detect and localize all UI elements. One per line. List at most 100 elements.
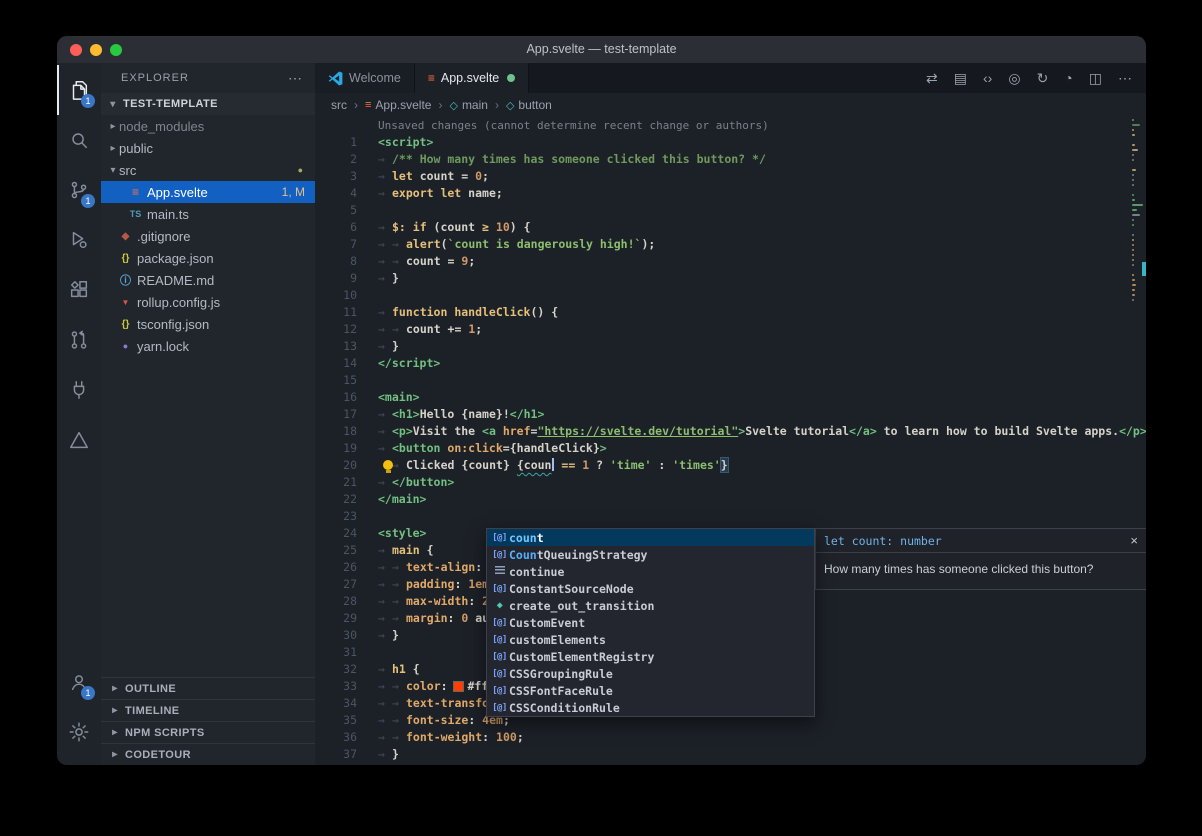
more-actions-icon[interactable]: ⋯ bbox=[1118, 71, 1132, 85]
suggest-item[interactable]: [@]CustomElementRegistry bbox=[487, 648, 814, 665]
suggest-item[interactable]: [@]CSSGroupingRule bbox=[487, 665, 814, 682]
breadcrumb-item[interactable]: src bbox=[331, 98, 347, 112]
compare-changes-icon[interactable]: ⇄ bbox=[926, 71, 938, 85]
code-line[interactable]: 20→Clicked {count} {coun == 1 ? 'time' :… bbox=[315, 457, 1146, 474]
code-text: →<h1>Hello {name}!</h1> bbox=[378, 406, 544, 423]
code-line[interactable]: 14</script> bbox=[315, 355, 1146, 372]
code-line[interactable]: 13→} bbox=[315, 338, 1146, 355]
code-line[interactable]: 21→</button> bbox=[315, 474, 1146, 491]
extensions-activity-button[interactable] bbox=[57, 265, 101, 315]
suggest-item[interactable]: [@]count bbox=[487, 529, 814, 546]
sidebar-section-codetour[interactable]: ▸CODETOUR bbox=[101, 743, 315, 765]
code-editor[interactable]: Unsaved changes (cannot determine recent… bbox=[315, 117, 1146, 765]
variable-icon: [@] bbox=[490, 635, 509, 645]
suggest-item[interactable]: [@]CSSFontFaceRule bbox=[487, 682, 814, 699]
close-window-button[interactable] bbox=[70, 44, 82, 56]
source-control-activity-button[interactable]: 1 bbox=[57, 165, 101, 215]
project-root-header[interactable]: ▾ TEST-TEMPLATE bbox=[101, 93, 315, 115]
code-line[interactable]: 8→→count = 9; bbox=[315, 253, 1146, 270]
code-line[interactable]: 1<script> bbox=[315, 134, 1146, 151]
code-line[interactable]: 5 bbox=[315, 202, 1146, 219]
line-number: 3 bbox=[315, 168, 357, 185]
suggest-item[interactable]: [@]CSSConditionRule bbox=[487, 699, 814, 716]
suggest-item[interactable]: [@]CustomEvent bbox=[487, 614, 814, 631]
tree-item[interactable]: ●yarn.lock bbox=[101, 335, 315, 357]
minimap-line bbox=[1132, 134, 1135, 136]
tree-item[interactable]: TSmain.ts bbox=[101, 203, 315, 225]
minimap-line bbox=[1132, 194, 1134, 196]
minimap[interactable] bbox=[1132, 119, 1146, 765]
suggest-item[interactable]: [@]customElements bbox=[487, 631, 814, 648]
open-changes-icon[interactable]: ‹› bbox=[983, 71, 992, 85]
tree-item[interactable]: {}tsconfig.json bbox=[101, 313, 315, 335]
code-line[interactable]: 37→} bbox=[315, 746, 1146, 763]
matched-text: coun bbox=[509, 531, 537, 545]
code-token: : bbox=[651, 458, 672, 472]
line-number: 28 bbox=[315, 593, 357, 610]
code-line[interactable]: 12→→count += 1; bbox=[315, 321, 1146, 338]
minimap-line bbox=[1132, 204, 1143, 206]
code-line[interactable]: 3→let count = 0; bbox=[315, 168, 1146, 185]
breadcrumb-item[interactable]: ◇main bbox=[449, 98, 487, 112]
tree-item[interactable]: ◆.gitignore bbox=[101, 225, 315, 247]
sidebar-section-outline[interactable]: ▸OUTLINE bbox=[101, 677, 315, 699]
code-token: { bbox=[517, 458, 524, 472]
github-pull-requests-activity-button[interactable] bbox=[57, 315, 101, 365]
split-editor-icon[interactable]: ◫ bbox=[1089, 71, 1102, 85]
minimize-window-button[interactable] bbox=[90, 44, 102, 56]
code-line[interactable]: 7→→alert(`count is dangerously high!`); bbox=[315, 236, 1146, 253]
toggle-blame-icon[interactable]: ◎ bbox=[1008, 71, 1020, 85]
sidebar-section-npm-scripts[interactable]: ▸NPM SCRIPTS bbox=[101, 721, 315, 743]
title-bar[interactable]: App.svelte — test-template bbox=[57, 36, 1146, 64]
remote-explorer-activity-button[interactable] bbox=[57, 365, 101, 415]
code-line[interactable]: 15 bbox=[315, 372, 1146, 389]
code-line[interactable]: 10 bbox=[315, 287, 1146, 304]
code-line[interactable]: 22</main> bbox=[315, 491, 1146, 508]
suggest-item[interactable]: continue bbox=[487, 563, 814, 580]
code-line[interactable]: 19→<button on:click={handleClick}> bbox=[315, 440, 1146, 457]
code-line[interactable]: 4→export let name; bbox=[315, 185, 1146, 202]
timeline-icon[interactable]: ◔ bbox=[1064, 71, 1072, 85]
code-line[interactable]: 17→<h1>Hello {name}!</h1> bbox=[315, 406, 1146, 423]
line-number: 9 bbox=[315, 270, 357, 287]
triangle-extension-activity-button[interactable] bbox=[57, 415, 101, 465]
refresh-icon[interactable]: ↻ bbox=[1037, 71, 1049, 85]
tree-item[interactable]: ▼rollup.config.js bbox=[101, 291, 315, 313]
code-line[interactable]: 2→/** How many times has someone clicked… bbox=[315, 151, 1146, 168]
suggest-item[interactable]: [@]CountQueuingStrategy bbox=[487, 546, 814, 563]
variable-icon: [@] bbox=[490, 550, 509, 560]
settings-button[interactable] bbox=[57, 707, 101, 757]
open-preview-icon[interactable]: ▤ bbox=[954, 71, 967, 85]
tree-item[interactable]: ▸public bbox=[101, 137, 315, 159]
close-icon[interactable]: × bbox=[1130, 533, 1138, 548]
breadcrumb-item[interactable]: ≡App.svelte bbox=[365, 98, 431, 112]
tab-welcome[interactable]: Welcome bbox=[315, 63, 415, 93]
suggest-item[interactable]: [@]ConstantSourceNode bbox=[487, 580, 814, 597]
tree-item[interactable]: ⓘREADME.md bbox=[101, 269, 315, 291]
suggest-item[interactable]: ◆create_out_transition bbox=[487, 597, 814, 614]
run-debug-activity-button[interactable] bbox=[57, 215, 101, 265]
code-line[interactable]: 36→→font-weight: 100; bbox=[315, 729, 1146, 746]
explorer-activity-button[interactable]: 1 bbox=[57, 65, 101, 115]
code-line[interactable]: 9→} bbox=[315, 270, 1146, 287]
code-line[interactable]: 23 bbox=[315, 508, 1146, 525]
more-actions-icon[interactable]: ⋯ bbox=[288, 70, 303, 87]
tree-item[interactable]: ▾src● bbox=[101, 159, 315, 181]
code-line[interactable]: 6→$: if (count ≥ 10) { bbox=[315, 219, 1146, 236]
sidebar-section-timeline[interactable]: ▸TIMELINE bbox=[101, 699, 315, 721]
tree-item[interactable]: ▸node_modules bbox=[101, 115, 315, 137]
accounts-button[interactable]: 1 bbox=[57, 657, 101, 707]
breadcrumb-item[interactable]: ◇button bbox=[506, 98, 552, 112]
code-line[interactable]: 16<main> bbox=[315, 389, 1146, 406]
tree-item[interactable]: {}package.json bbox=[101, 247, 315, 269]
tree-item[interactable]: ≡App.svelte1, M bbox=[101, 181, 315, 203]
code-token: == bbox=[561, 458, 575, 472]
code-line[interactable]: 18→<p>Visit the <a href="https://svelte.… bbox=[315, 423, 1146, 440]
zoom-window-button[interactable] bbox=[110, 44, 122, 56]
search-activity-button[interactable] bbox=[57, 115, 101, 165]
breadcrumb-label: button bbox=[518, 98, 551, 112]
modified-indicator-icon[interactable] bbox=[507, 74, 515, 82]
code-line[interactable]: 11→function handleClick() { bbox=[315, 304, 1146, 321]
tab-app-svelte[interactable]: ≡ App.svelte bbox=[415, 63, 529, 93]
code-token: → bbox=[392, 576, 406, 593]
